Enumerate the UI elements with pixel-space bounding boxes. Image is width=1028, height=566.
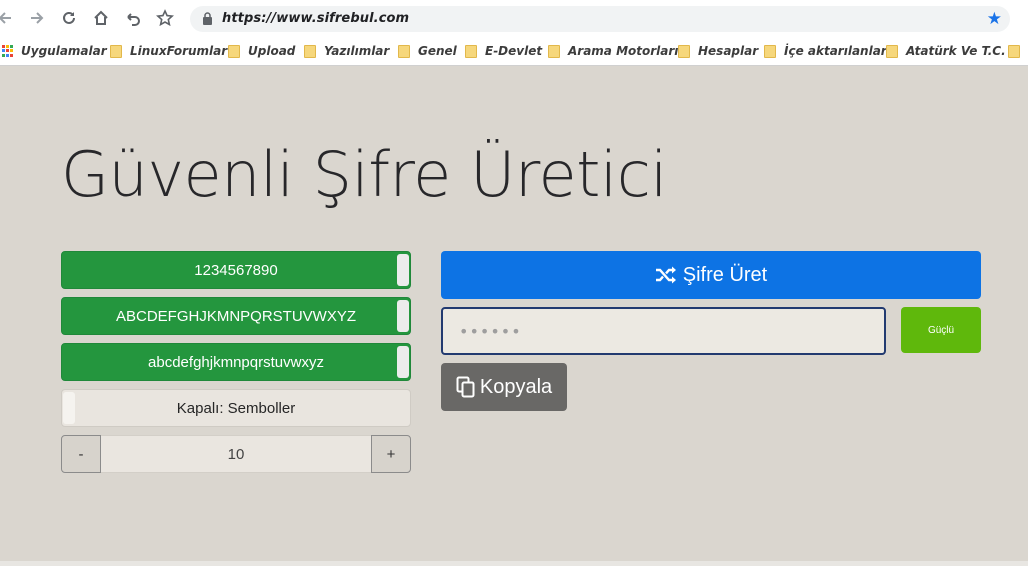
toggle-label: abcdefghjkmnpqrstuvwxyz (148, 353, 324, 371)
bookmarked-star-icon[interactable]: ★ (987, 9, 1002, 29)
address-bar[interactable]: https://www.sifrebul.com ★ (190, 6, 1010, 32)
folder-icon (304, 44, 316, 58)
folder-icon (678, 44, 690, 58)
toggle-knob (63, 392, 75, 424)
bookmark-linuxforumlar[interactable]: LinuxForumlar (110, 43, 227, 59)
toggle-digits[interactable]: 1234567890 (61, 251, 411, 289)
length-value[interactable]: 10 (101, 435, 371, 473)
lock-icon (202, 12, 213, 30)
folder-icon (886, 44, 898, 58)
bookmark-yazilimlar[interactable]: Yazılımlar (304, 43, 389, 59)
bookmark-overflow[interactable] (1008, 43, 1028, 59)
bookmarks-bar: Uygulamalar LinuxForumlar Upload Yazılım… (0, 36, 1028, 66)
bookmark-label: Uygulamalar (21, 44, 107, 58)
bookmark-label: Atatürk Ve T.C. (906, 44, 1006, 58)
bookmark-ataturk[interactable]: Atatürk Ve T.C. (886, 43, 1006, 59)
bookmark-e-devlet[interactable]: E-Devlet (465, 43, 542, 59)
page-bottom-strip (0, 561, 1028, 566)
bookmark-hesaplar[interactable]: Hesaplar (678, 43, 758, 59)
copy-label: Kopyala (479, 375, 553, 398)
reload-icon[interactable] (58, 7, 80, 29)
decrease-length-button[interactable]: - (61, 435, 101, 473)
folder-icon (228, 44, 240, 58)
bookmark-label: İçe aktarılanlar (784, 44, 887, 58)
bookmark-ice-aktarilanlar[interactable]: İçe aktarılanlar (764, 43, 887, 59)
bookmark-label: Arama Motorları (568, 44, 679, 58)
toggle-symbols[interactable]: Kapalı: Semboller (61, 389, 411, 427)
bookmark-label: Hesaplar (698, 44, 759, 58)
bookmark-label: Genel (418, 44, 457, 58)
length-stepper: - 10 + (61, 435, 411, 473)
toggle-label: Kapalı: Semboller (176, 399, 296, 417)
toggle-lowercase[interactable]: abcdefghjkmnpqrstuvwxyz (61, 343, 411, 381)
strength-badge: Güçlü (901, 307, 981, 353)
generate-password-button[interactable]: Şifre Üret (441, 251, 981, 299)
toggle-knob (397, 346, 409, 378)
bookmark-label: Upload (248, 44, 296, 58)
password-output-field[interactable] (441, 307, 886, 355)
toggle-knob (397, 254, 409, 286)
bookmark-label: E-Devlet (485, 44, 543, 58)
page-title: Güvenli Şifre Üretici (61, 138, 668, 211)
apps-icon (2, 45, 14, 57)
back-icon[interactable] (0, 7, 16, 29)
toggle-label: ABCDEFGHJKMNPQRSTUVWXYZ (115, 307, 356, 325)
shuffle-icon (655, 266, 676, 284)
bookmark-arama-motorlari[interactable]: Arama Motorları (548, 43, 678, 59)
generate-label: Şifre Üret (682, 263, 768, 286)
toggle-knob (397, 300, 409, 332)
increase-length-button[interactable]: + (371, 435, 411, 473)
folder-icon (548, 44, 560, 58)
folder-icon (110, 44, 122, 58)
copy-button[interactable]: Kopyala (441, 363, 567, 411)
folder-icon (465, 44, 477, 58)
copy-icon (456, 376, 475, 398)
folder-icon (764, 44, 776, 58)
bookmark-star-icon[interactable] (154, 7, 176, 29)
folder-icon (1008, 44, 1020, 58)
bookmark-genel[interactable]: Genel (398, 43, 457, 59)
bookmark-apps[interactable]: Uygulamalar (2, 43, 107, 59)
bookmark-label: LinuxForumlar (130, 44, 228, 58)
toggle-uppercase[interactable]: ABCDEFGHJKMNPQRSTUVWXYZ (61, 297, 411, 335)
home-icon[interactable] (90, 7, 112, 29)
browser-toolbar: https://www.sifrebul.com ★ (0, 0, 1028, 36)
forward-icon[interactable] (26, 7, 48, 29)
url-text: https://www.sifrebul.com (222, 11, 410, 26)
folder-icon (398, 44, 410, 58)
bookmark-upload[interactable]: Upload (228, 43, 295, 59)
bookmark-label: Yazılımlar (324, 44, 390, 58)
toggle-label: 1234567890 (194, 261, 278, 279)
undo-icon[interactable] (122, 7, 144, 29)
